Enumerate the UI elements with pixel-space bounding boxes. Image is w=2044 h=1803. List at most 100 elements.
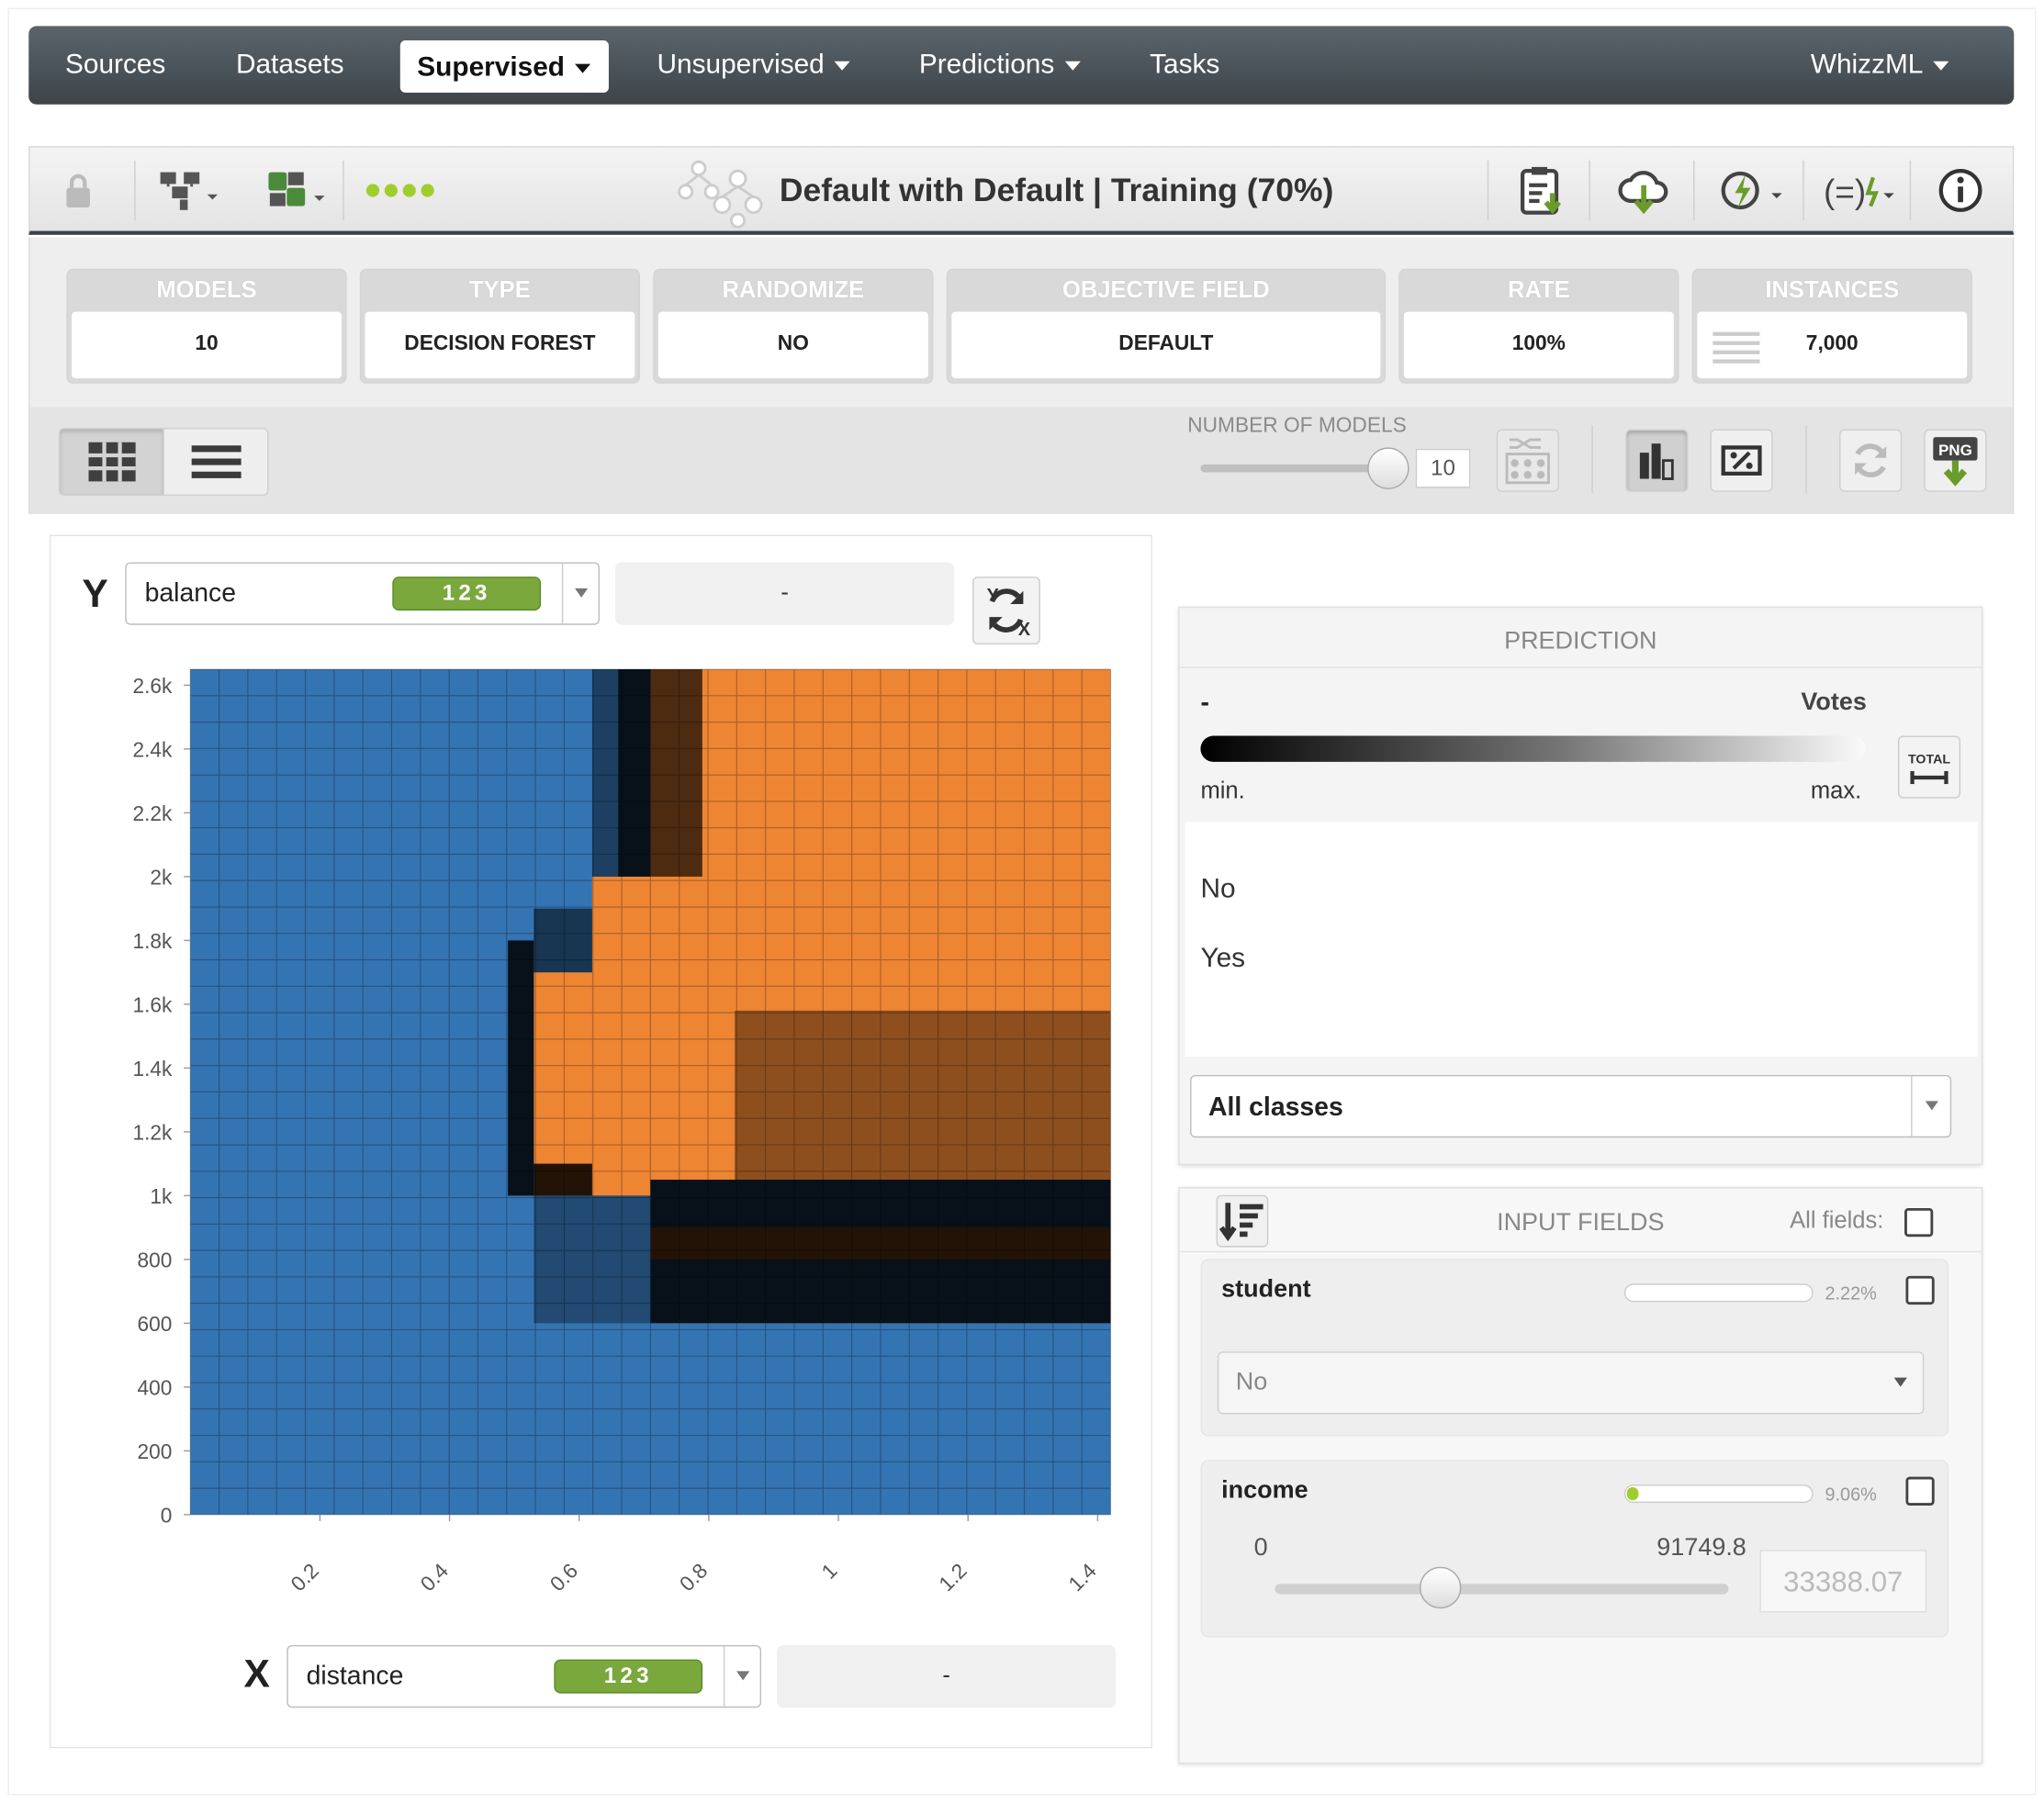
prediction-header: PREDICTION	[1179, 608, 1982, 668]
card-label: TYPE	[469, 276, 531, 303]
total-label: TOTAL	[1908, 752, 1951, 767]
clipboard-download-icon[interactable]	[1510, 163, 1575, 218]
class-item-yes[interactable]: Yes	[1200, 943, 1245, 974]
bar-chart-button[interactable]	[1625, 429, 1689, 492]
card-label: INSTANCES	[1765, 276, 1900, 303]
number-of-models-input[interactable]: 10	[1415, 448, 1471, 488]
y-tick-label: 600	[138, 1312, 173, 1336]
summary-card-randomize: RANDOMIZE NO	[653, 268, 934, 384]
toolbar-divider	[134, 160, 136, 221]
sort-fields-button[interactable]	[1216, 1194, 1269, 1248]
summary-card-instances: INSTANCES 7,000	[1691, 268, 1972, 384]
importance-bar	[1623, 1484, 1814, 1504]
card-value: NO	[657, 311, 928, 379]
rows-icon	[1713, 331, 1760, 364]
card-label: OBJECTIVE FIELD	[1061, 276, 1270, 303]
png-download-icon: PNG	[1933, 437, 1978, 487]
range-icon	[1910, 770, 1949, 785]
chevron-down-icon[interactable]	[1911, 1076, 1950, 1137]
all-fields-label: All fields:	[1790, 1206, 1884, 1233]
chevron-down-icon[interactable]	[723, 1646, 760, 1707]
max-label: max.	[1810, 777, 1862, 804]
nav-predictions[interactable]: Predictions	[919, 26, 1081, 104]
total-votes-button[interactable]: TOTAL	[1897, 735, 1961, 799]
y-tick-label: 2k	[150, 865, 173, 889]
number-of-models-slider[interactable]	[1200, 447, 1409, 489]
all-fields-checkbox[interactable]	[1904, 1207, 1934, 1237]
x-tick-label: 0.6	[545, 1559, 583, 1596]
nav-supervised[interactable]: Supervised	[399, 40, 609, 93]
refresh-icon	[1855, 443, 1887, 478]
refresh-button[interactable]	[1839, 429, 1903, 492]
prediction-dash: -	[1200, 689, 1209, 718]
field-name: student	[1221, 1275, 1311, 1304]
summary-card-objective-field: OBJECTIVE FIELD DEFAULT	[946, 268, 1387, 384]
dataset-menu-icon[interactable]	[264, 163, 337, 218]
input-fields-panel: INPUT FIELDS All fields: student 2.22% N…	[1178, 1187, 1983, 1764]
decision-heatmap[interactable]: 0 200 400 600 800 1k 1.2k 1.4k 1.6k 1.8k 2k 2.2k 2.4…	[51, 536, 1153, 1750]
nav-unsupervised[interactable]: Unsupervised	[657, 26, 851, 104]
nav-sources[interactable]: Sources	[65, 26, 165, 104]
x-tick-label: 0.8	[675, 1559, 713, 1596]
chevron-down-icon	[835, 61, 851, 71]
bar-chart-icon	[1639, 443, 1674, 480]
class-filter-select[interactable]: All classes	[1190, 1074, 1952, 1138]
formula-menu-icon[interactable]: (=)	[1821, 163, 1902, 218]
y-tick-label: 800	[138, 1248, 173, 1271]
class-item-no[interactable]: No	[1200, 874, 1235, 905]
region-no	[618, 669, 651, 877]
slider-handle[interactable]	[1419, 1566, 1461, 1609]
prediction-panel: PREDICTION - Votes min. max. TOTAL No Ye…	[1178, 606, 1983, 1166]
chart-panel: Y balance 123 - YX 0 200 400 600 800 1k 1.2k 1.…	[49, 534, 1153, 1750]
lock-icon[interactable]	[59, 163, 98, 218]
card-value: DEFAULT	[951, 311, 1381, 379]
region-yes	[650, 669, 702, 877]
forest-icon	[675, 155, 771, 229]
x-field-select[interactable]: distance 123	[286, 1645, 762, 1708]
summary-card-models: MODELS 10	[66, 268, 347, 384]
field-checkbox[interactable]	[1905, 1476, 1935, 1506]
y-tick-label: 2.6k	[132, 674, 173, 698]
x-secondary-field[interactable]: -	[777, 1645, 1117, 1708]
card-value: 100%	[1403, 311, 1674, 379]
status-dots-icon	[364, 163, 442, 218]
actions-menu-icon[interactable]	[1714, 163, 1792, 218]
y-tick-label: 1.2k	[132, 1120, 173, 1144]
y-tick-label: 1.4k	[132, 1057, 173, 1081]
tree-menu-icon[interactable]	[155, 163, 228, 218]
nav-datasets[interactable]: Datasets	[236, 26, 344, 104]
student-value-select[interactable]: No	[1217, 1351, 1925, 1415]
income-value-input[interactable]: 33388.07	[1759, 1550, 1927, 1613]
importance-value: 2.22%	[1825, 1282, 1877, 1304]
percentage-button[interactable]	[1710, 429, 1773, 492]
nav-tasks[interactable]: Tasks	[1150, 26, 1219, 104]
slider-handle[interactable]	[1367, 447, 1409, 489]
info-icon[interactable]	[1933, 163, 1988, 218]
region-yes	[533, 972, 592, 1164]
nav-whizzml[interactable]: WhizzML	[1811, 26, 1949, 104]
income-slider[interactable]	[1275, 1566, 1729, 1609]
y-tick-label: 0	[161, 1503, 173, 1527]
toolbar-divider	[1909, 160, 1912, 221]
region-no	[533, 1195, 651, 1324]
list-view-button[interactable]	[163, 428, 269, 497]
field-checkbox[interactable]	[1905, 1275, 1935, 1305]
number-of-models-label: NUMBER OF MODELS	[1187, 414, 1407, 438]
grid-view-button[interactable]	[58, 428, 164, 497]
region-yes	[533, 1163, 592, 1196]
region-no	[533, 908, 592, 973]
importance-fill	[1626, 1487, 1639, 1501]
nav-whizzml-label: WhizzML	[1810, 50, 1924, 80]
shuffle-models-button[interactable]	[1496, 429, 1559, 492]
student-value: No	[1235, 1368, 1268, 1396]
x-field-name: distance	[306, 1662, 404, 1691]
grid-icon	[87, 442, 135, 482]
sort-icon	[1219, 1203, 1263, 1242]
divider	[1179, 1250, 1982, 1253]
cloud-download-icon[interactable]	[1612, 163, 1677, 218]
export-png-button[interactable]: PNG	[1924, 429, 1987, 492]
region-yes	[735, 1010, 1111, 1181]
toolbar-divider	[1693, 160, 1695, 221]
card-label: MODELS	[156, 276, 257, 303]
card-value: 10	[72, 311, 342, 379]
